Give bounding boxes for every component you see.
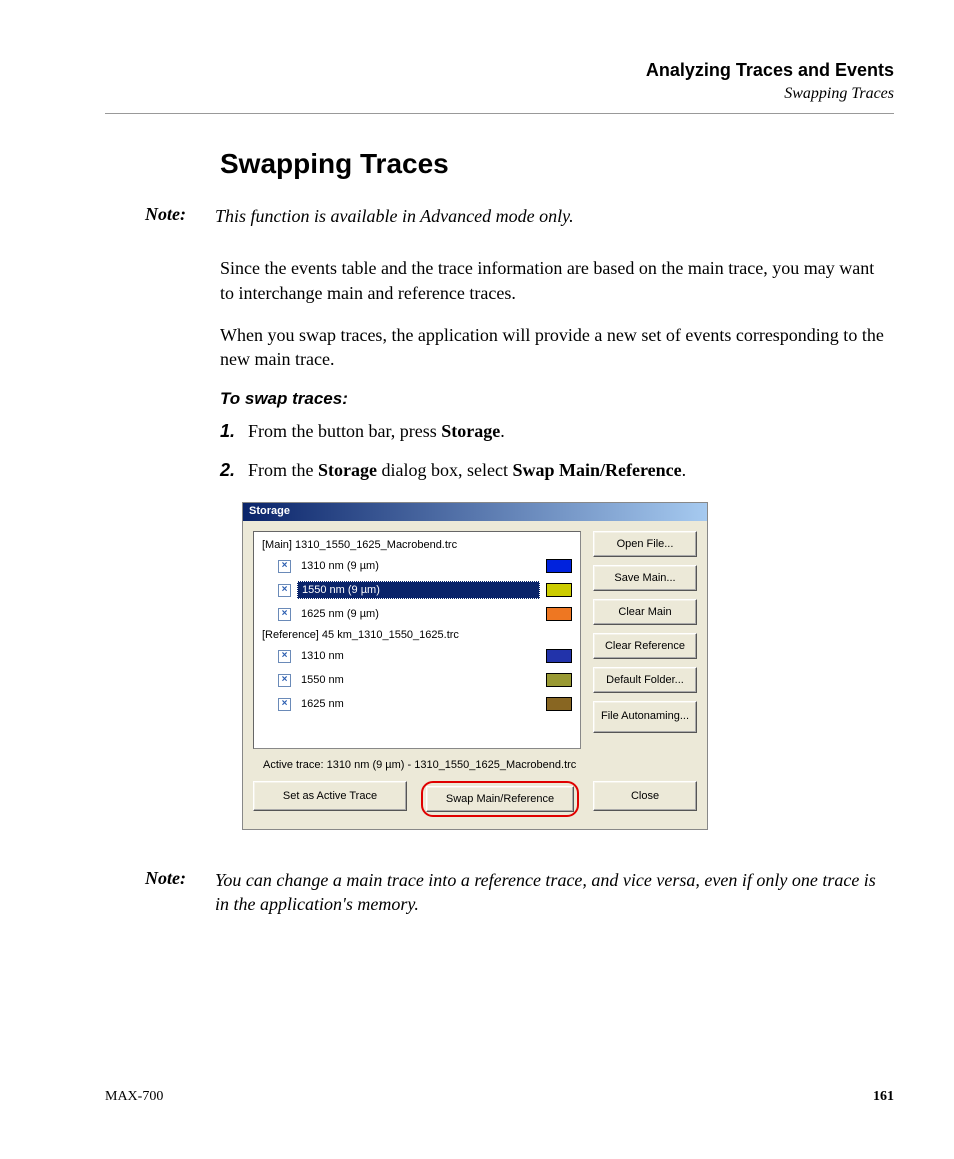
default-folder-button[interactable]: Default Folder... [593, 667, 697, 693]
trace-label: 1310 nm (9 µm) [297, 558, 540, 574]
main-file-header: [Main] 1310_1550_1625_Macrobend.trc [254, 536, 580, 554]
header-rule [105, 113, 894, 114]
footer-page-number: 161 [873, 1089, 894, 1105]
clear-reference-button[interactable]: Clear Reference [593, 633, 697, 659]
step-2: 2. From the Storage dialog box, select S… [220, 458, 889, 482]
reference-file-header: [Reference] 45 km_1310_1550_1625.trc [254, 626, 580, 644]
step-bold: Storage [318, 460, 377, 480]
swap-main-reference-button[interactable]: Swap Main/Reference [426, 786, 574, 812]
header-section: Swapping Traces [105, 85, 894, 103]
trace-item-ref-1625[interactable]: × 1625 nm [254, 692, 580, 716]
note-label: Note: [145, 204, 215, 228]
note-label: Note: [145, 868, 215, 917]
trace-list-panel: [Main] 1310_1550_1625_Macrobend.trc × 13… [253, 531, 581, 749]
step-bold: Swap Main/Reference [512, 460, 681, 480]
page-footer: MAX-700 161 [105, 1089, 894, 1105]
trace-label: 1625 nm (9 µm) [297, 606, 540, 622]
set-active-trace-button[interactable]: Set as Active Trace [253, 781, 407, 811]
color-swatch [546, 697, 572, 711]
note-availability: Note: This function is available in Adva… [145, 204, 889, 228]
trace-item-ref-1550[interactable]: × 1550 nm [254, 668, 580, 692]
open-file-button[interactable]: Open File... [593, 531, 697, 557]
active-trace-label: Active trace: 1310 nm (9 µm) - 1310_1550… [263, 759, 697, 771]
checkbox-icon[interactable]: × [278, 560, 291, 573]
checkbox-icon[interactable]: × [278, 608, 291, 621]
trace-label: 1310 nm [297, 648, 540, 664]
storage-dialog: Storage [Main] 1310_1550_1625_Macrobend.… [242, 502, 708, 830]
clear-main-button[interactable]: Clear Main [593, 599, 697, 625]
trace-item-ref-1310[interactable]: × 1310 nm [254, 644, 580, 668]
trace-item-main-1550[interactable]: × 1550 nm (9 µm) [254, 578, 580, 602]
note-text: This function is available in Advanced m… [215, 204, 574, 228]
checkbox-icon[interactable]: × [278, 650, 291, 663]
checkbox-icon[interactable]: × [278, 584, 291, 597]
file-autonaming-button[interactable]: File Autonaming... [593, 701, 697, 733]
step-pre: From the button bar, press [248, 421, 441, 441]
trace-label: 1550 nm (9 µm) [297, 581, 540, 599]
trace-item-main-1625[interactable]: × 1625 nm (9 µm) [254, 602, 580, 626]
checkbox-icon[interactable]: × [278, 674, 291, 687]
step-mid: dialog box, select [377, 460, 512, 480]
trace-label: 1550 nm [297, 672, 540, 688]
dialog-titlebar: Storage [243, 503, 707, 521]
step-1: 1. From the button bar, press Storage. [220, 419, 889, 443]
color-swatch [546, 559, 572, 573]
step-post: . [500, 421, 505, 441]
paragraph-2: When you swap traces, the application wi… [220, 323, 889, 372]
close-button[interactable]: Close [593, 781, 697, 811]
step-number: 1. [220, 419, 248, 443]
footer-model: MAX-700 [105, 1089, 163, 1105]
trace-item-main-1310[interactable]: × 1310 nm (9 µm) [254, 554, 580, 578]
header-chapter: Analyzing Traces and Events [105, 60, 894, 81]
color-swatch [546, 607, 572, 621]
step-number: 2. [220, 458, 248, 482]
page-title: Swapping Traces [220, 148, 889, 180]
step-bold: Storage [441, 421, 500, 441]
checkbox-icon[interactable]: × [278, 698, 291, 711]
note-memory: Note: You can change a main trace into a… [145, 868, 889, 917]
save-main-button[interactable]: Save Main... [593, 565, 697, 591]
swap-button-highlight: Swap Main/Reference [421, 781, 579, 817]
step-text: From the Storage dialog box, select Swap… [248, 458, 686, 482]
trace-label: 1625 nm [297, 696, 540, 712]
paragraph-1: Since the events table and the trace inf… [220, 256, 889, 305]
procedure-heading: To swap traces: [220, 389, 889, 409]
color-swatch [546, 649, 572, 663]
step-post: . [682, 460, 687, 480]
note-text: You can change a main trace into a refer… [215, 868, 889, 917]
color-swatch [546, 583, 572, 597]
color-swatch [546, 673, 572, 687]
step-pre: From the [248, 460, 318, 480]
step-text: From the button bar, press Storage. [248, 419, 505, 443]
